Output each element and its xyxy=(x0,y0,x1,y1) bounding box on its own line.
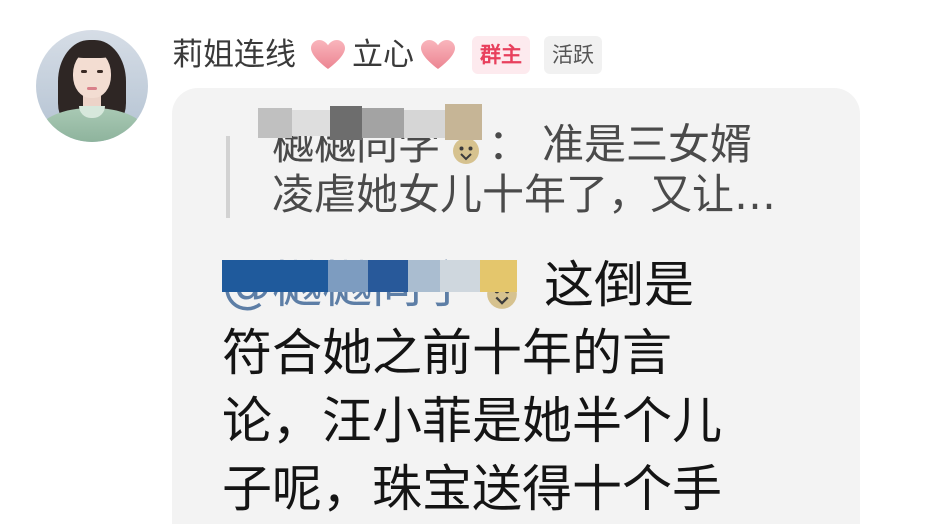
avatar-fringe xyxy=(71,44,113,58)
sender-name-suffix[interactable]: 立心 xyxy=(352,33,414,77)
message-line: 符合她之前十年的言 xyxy=(222,324,672,382)
emoji-icon xyxy=(487,279,517,309)
message-line-text: 这倒是 xyxy=(544,256,694,314)
avatar-eye xyxy=(81,70,87,73)
quote-bar xyxy=(226,136,230,218)
quote-author: 樾樾同学 xyxy=(272,120,441,169)
message-bubble[interactable]: 樾樾同学 ：准是三女婿 凌虐她女儿十年了，又让… @樾樾同学 这倒是 符合她之前十年… xyxy=(172,88,860,524)
quote-line-text: 凌虐她女儿十年了，又让… xyxy=(272,170,777,219)
quote-text: 樾樾同学 ：准是三女婿 凌虐她女儿十年了，又让… xyxy=(272,120,776,220)
quoted-message[interactable]: 樾樾同学 ：准是三女婿 凌虐她女儿十年了，又让… xyxy=(226,118,826,222)
quote-line-text: 准是三女婿 xyxy=(542,120,753,169)
sender-header: 莉姐连线 立心 群主 活跃 xyxy=(172,33,602,77)
heart-icon xyxy=(311,40,345,69)
heart-icon xyxy=(421,40,455,69)
active-member-badge: 活跃 xyxy=(544,36,602,74)
quote-separator: ： xyxy=(488,120,531,169)
avatar-eye xyxy=(97,70,103,73)
emoji-icon xyxy=(453,138,480,164)
group-owner-badge: 群主 xyxy=(472,36,530,74)
message-line: 论，汪小菲是她半个儿 xyxy=(222,392,722,450)
quote-line: 凌虐她女儿十年了，又让… xyxy=(272,170,776,220)
message-line: 子呢，珠宝送得十个手 xyxy=(222,460,722,518)
mention-link[interactable]: @樾樾同学 xyxy=(222,256,472,314)
message-text: @樾樾同学 这倒是 符合她之前十年的言 论，汪小菲是她半个儿 子呢，珠宝送得十个手 xyxy=(222,251,722,523)
sender-name[interactable]: 莉姐连线 xyxy=(172,33,296,77)
avatar[interactable] xyxy=(36,30,148,142)
quote-line: 樾樾同学 ：准是三女婿 xyxy=(272,120,776,170)
message-line: @樾樾同学 这倒是 xyxy=(222,251,722,319)
avatar-mouth xyxy=(87,87,97,90)
